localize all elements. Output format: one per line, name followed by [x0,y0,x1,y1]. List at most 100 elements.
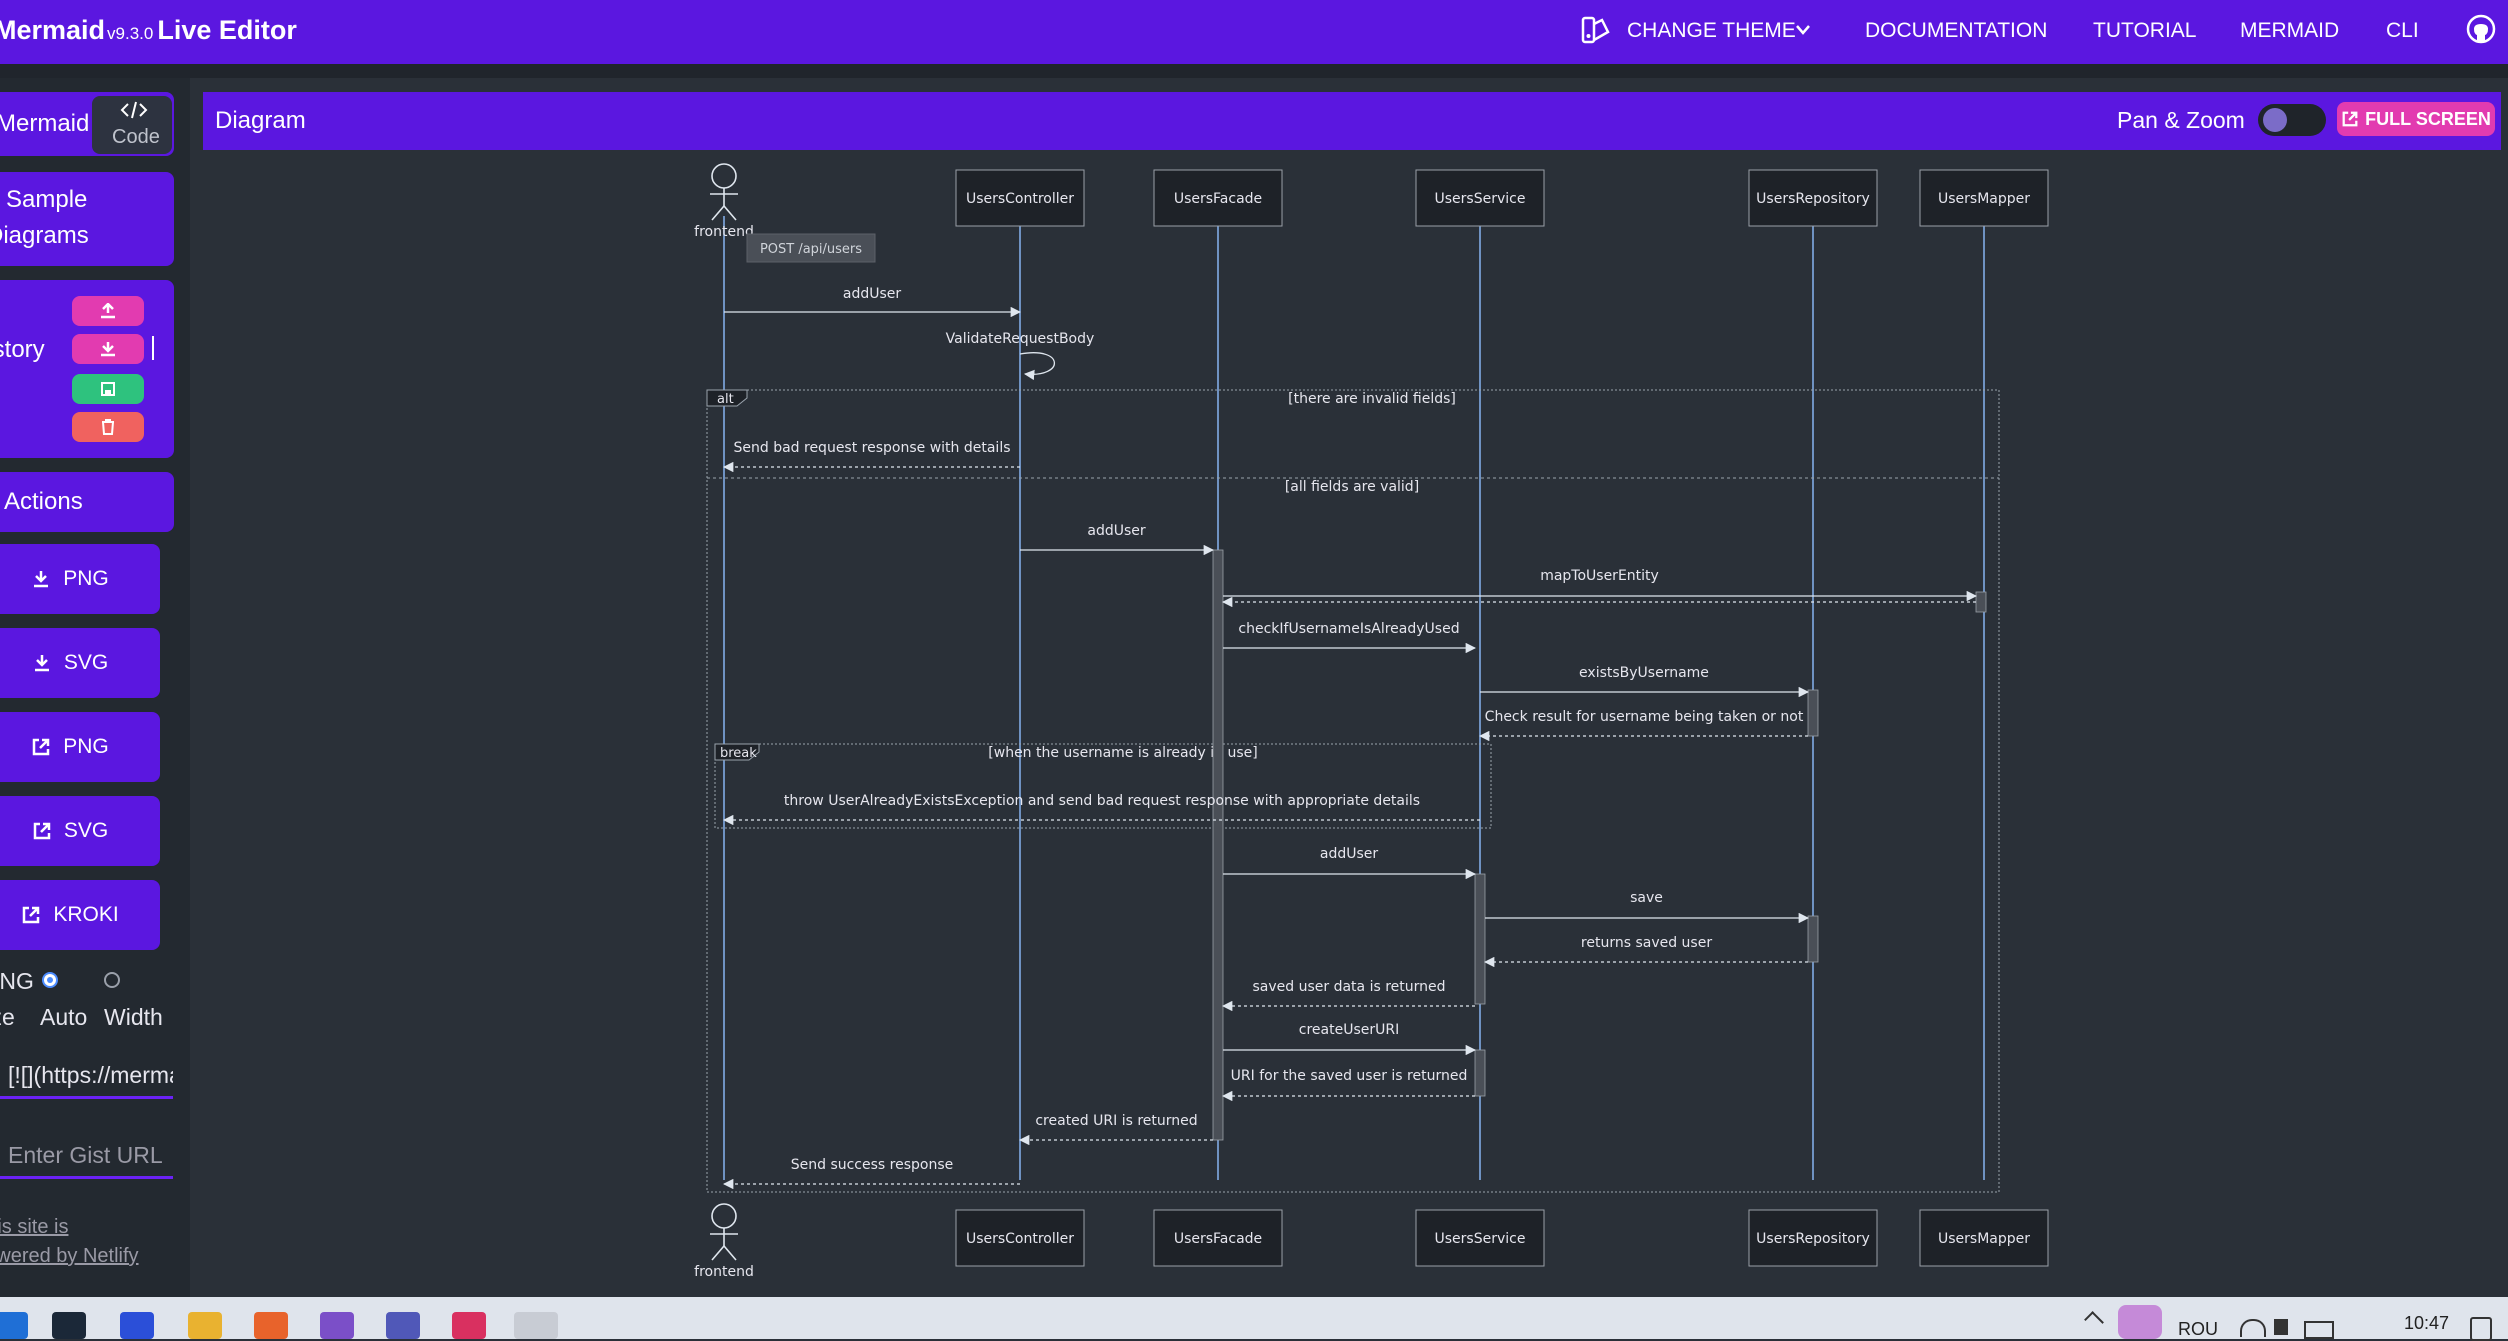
editor-tabs: Mermaid Code [0,92,174,156]
visual-studio-icon[interactable] [320,1312,354,1339]
markdown-underline [0,1096,173,1099]
github-icon[interactable] [2466,14,2496,44]
mermaid-link[interactable]: MERMAID [2240,19,2339,43]
tab-mermaid[interactable]: Mermaid [0,110,89,138]
windows-start-icon[interactable] [0,1312,28,1339]
volume-icon[interactable] [2274,1319,2288,1335]
active-app-icon[interactable] [514,1312,558,1339]
upload-icon [101,303,115,319]
message-label-1: ValidateRequestBody [946,331,1095,347]
actor-head-top [711,163,737,189]
activation-bar-0 [1212,549,1224,1141]
kroki-button[interactable]: KROKI [0,880,160,950]
activation-bar-3 [1474,873,1486,1005]
netlify-footer[interactable]: This site is powered by Netlify [0,1216,139,1268]
taskbar: ROU 10:47 [0,1297,2508,1341]
microphone-icon[interactable] [2118,1305,2162,1339]
open-png-label: PNG [63,735,109,758]
alt-condition: [there are invalid fields] [1288,391,1456,407]
actor-legs-bottom [711,1244,737,1261]
save-icon [101,382,115,396]
change-theme-button[interactable]: CHANGE THEME [1627,19,1796,43]
actor-head-bottom [711,1203,737,1229]
history-save-button[interactable] [72,374,144,404]
gist-url-placeholder: Enter Gist URL [8,1142,163,1168]
kroki-label: KROKI [53,903,119,926]
auto-label: Auto [40,1004,88,1030]
sample-label-line1: Sample [6,186,88,213]
participant-label-usersfacade-bottom: UsersFacade [1174,1231,1262,1247]
message-label-12: saved user data is returned [1252,979,1445,995]
participant-label-frontend-top: frontend [694,224,754,240]
trash-icon [102,419,114,435]
documentation-link[interactable]: DOCUMENTATION [1865,19,2047,43]
activation-bar-2 [1807,689,1819,737]
sequence-diagram: frontend frontend UsersController UsersCont… [694,163,2049,1280]
palette-icon[interactable] [1580,14,1612,46]
code-icon [120,101,148,119]
teams-icon[interactable] [386,1312,420,1339]
width-radio[interactable] [104,972,120,988]
history-divider [152,336,154,360]
participant-label-userscontroller-top: UsersController [966,191,1074,207]
activation-bar-4 [1807,915,1819,963]
open-png-button[interactable]: PNG [0,712,160,782]
external-link-icon [33,822,51,840]
diagram-canvas[interactable]: frontend frontend UsersController UsersCont… [203,150,2501,1288]
download-png-button[interactable]: PNG [0,544,160,614]
clock[interactable]: 10:47 [2404,1313,2449,1334]
notification-icon[interactable] [2470,1317,2492,1341]
gist-url-input[interactable]: Enter Gist URL [0,1132,173,1176]
history-download-button[interactable] [72,334,144,364]
download-icon [34,571,49,588]
open-svg-label: SVG [63,819,109,842]
participant-label-usersrepository-top: UsersRepository [1756,191,1870,207]
diagram-header: Diagram Pan & Zoom FULL SCREEN [203,92,2501,150]
steam-icon[interactable] [52,1312,86,1339]
fullscreen-button[interactable]: FULL SCREEN [2337,102,2495,136]
note-text: POST /api/users [760,242,862,257]
message-label-5: checkIfUsernameIsAlreadyUsed [1238,621,1459,637]
message-label-6: existsByUsername [1579,665,1709,681]
markdown-value: [![](https://mermaid.ink [8,1062,173,1088]
history-label: History [0,336,45,363]
powershell-icon[interactable] [120,1312,154,1339]
actions-header: Actions [0,472,174,532]
message-label-8: throw UserAlreadyExistsException and sen… [784,793,1420,809]
download-icon [101,342,115,357]
firefox-icon[interactable] [254,1312,288,1339]
tray-chevron-icon[interactable] [2084,1311,2104,1331]
message-arrow-1 [1019,352,1055,381]
auto-size-radio[interactable] [42,972,58,988]
history-upload-button[interactable] [72,296,144,326]
battery-icon[interactable] [2304,1321,2334,1339]
sample-diagrams-button[interactable]: Sample Diagrams [0,172,174,266]
chevron-down-icon[interactable] [1795,24,1811,36]
participant-label-usersfacade-top: UsersFacade [1174,191,1262,207]
download-svg-label: SVG [63,651,109,674]
intellij-icon[interactable] [452,1312,486,1339]
tab-code[interactable]: Code [92,96,172,154]
app-title: Mermaid v9.3.0 Live Editor [0,15,297,46]
message-label-11: returns saved user [1581,935,1712,951]
download-icon [34,655,49,672]
message-label-4: mapToUserEntity [1540,568,1659,584]
top-bar: Mermaid v9.3.0 Live Editor CHANGE THEME DO… [0,0,2508,64]
message-label-16: Send success response [791,1157,954,1173]
message-label-2: Send bad request response with details [733,440,1010,456]
tutorial-link[interactable]: TUTORIAL [2093,19,2196,43]
break-label: break [720,746,757,761]
wifi-icon[interactable] [2240,1319,2266,1337]
participant-label-usersservice-bottom: UsersService [1435,1231,1526,1247]
language-indicator[interactable]: ROU [2178,1319,2218,1340]
history-delete-button[interactable] [72,412,144,442]
cli-link[interactable]: CLI [2386,19,2419,43]
open-svg-button[interactable]: SVG [0,796,160,866]
markdown-field[interactable]: [![](https://mermaid.ink [0,1052,173,1096]
participant-label-usersmapper-bottom: UsersMapper [1938,1231,2030,1247]
folder-icon[interactable] [188,1312,222,1339]
app-title-prefix: Mermaid [0,15,106,45]
pan-zoom-toggle[interactable] [2258,104,2326,136]
download-svg-button[interactable]: SVG [0,628,160,698]
fullscreen-label: FULL SCREEN [2365,108,2491,129]
